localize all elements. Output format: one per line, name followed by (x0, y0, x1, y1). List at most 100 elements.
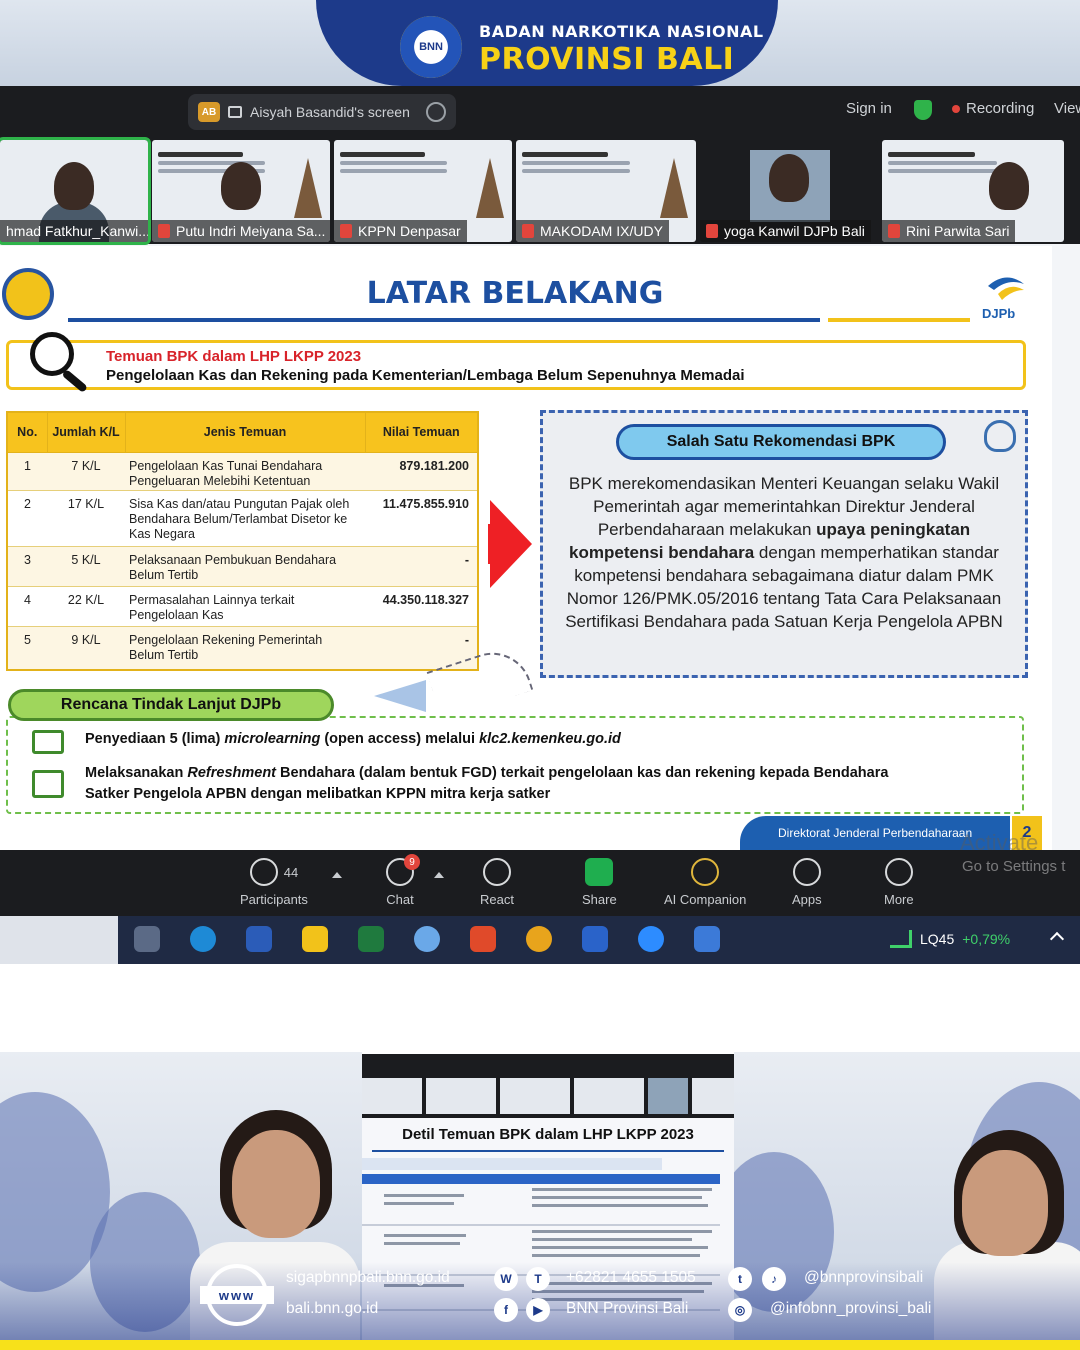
share-label: Share (582, 892, 617, 907)
taskbar-wallpaper-thumb (0, 916, 118, 964)
chrome-icon[interactable] (526, 926, 552, 952)
facebook-name[interactable]: BNN Provinsi Bali (566, 1300, 688, 1318)
participant-name: Putu Indri Meiyana Sa... (152, 220, 330, 242)
kemenkeu-logo (2, 268, 54, 320)
activate-windows-hint: Go to Settings t (962, 858, 1066, 875)
stock-widget[interactable]: LQ45 +0,79% (890, 930, 1010, 948)
ellipsis-icon (884, 858, 913, 886)
rtl-item-1: Penyediaan 5 (lima) microlearning (open … (85, 731, 621, 747)
paper-plane-icon (374, 680, 426, 712)
chat-icon: 9 (386, 854, 420, 886)
col-nilai: Nilai Temuan (364, 411, 479, 453)
rtl-item-2: Melaksanakan Refreshment Bendahara (dala… (85, 765, 889, 802)
presenter-avatar: AB (198, 102, 220, 122)
ai-companion-button[interactable]: AI Companion (664, 858, 746, 907)
twitter-handle[interactable]: @bnnprovinsibali (804, 1269, 923, 1287)
title-rule (68, 318, 820, 322)
word-icon[interactable] (246, 926, 272, 952)
record-dot-icon (952, 104, 960, 113)
participants-button[interactable]: 44 Participants (240, 858, 308, 907)
view-label: View (1054, 100, 1080, 117)
react-label: React (480, 892, 514, 907)
task-view-icon[interactable] (134, 926, 160, 952)
copilot-icon[interactable] (582, 926, 608, 952)
photos-icon[interactable] (694, 926, 720, 952)
muted-mic-icon (888, 224, 900, 238)
phone-number[interactable]: +62821 4655 1505 (566, 1269, 696, 1287)
table-row: 2 17 K/L Sisa Kas dan/atau Pungutan Paja… (7, 490, 478, 547)
lightbulb-icon (984, 420, 1016, 452)
sparkle-icon (691, 858, 720, 886)
facebook-icon: f (494, 1298, 518, 1322)
recording-indicator[interactable]: Recording (952, 100, 1034, 117)
share-button[interactable]: Share (582, 858, 617, 907)
chat-badge: 9 (404, 854, 420, 870)
youtube-icon: ▶ (526, 1298, 550, 1322)
excel-icon[interactable] (358, 926, 384, 952)
footer-strip (0, 1340, 1080, 1350)
participant-name: KPPN Denpasar (334, 220, 467, 242)
twitter-icon: t (728, 1267, 752, 1291)
participant-tile[interactable]: yoga Kanwil DJPb Bali (700, 140, 878, 242)
sign-in-button[interactable]: Sign in (846, 100, 892, 117)
table-header-row: No. Jumlah K/L Jenis Temuan Nilai Temuan (6, 411, 479, 453)
muted-mic-icon (158, 224, 170, 238)
react-button[interactable]: React (480, 858, 514, 907)
presentation-icon (32, 770, 64, 798)
website-primary[interactable]: sigapbnnpbali.bnn.go.id (286, 1269, 450, 1287)
muted-mic-icon (340, 224, 352, 238)
more-options-icon[interactable] (426, 102, 446, 122)
participant-tile[interactable]: Putu Indri Meiyana Sa... (152, 140, 330, 242)
participant-tile[interactable]: MAKODAM IX/UDY (516, 140, 696, 242)
participants-caret-icon[interactable] (332, 872, 342, 878)
title-rule-accent (828, 318, 970, 322)
share-screen-icon (585, 858, 614, 886)
tiktok-icon: ♪ (762, 1267, 786, 1291)
encryption-shield-icon[interactable] (914, 100, 932, 120)
telegram-icon: T (526, 1267, 550, 1291)
screen-share-indicator[interactable]: AB Aisyah Basandid's screen (188, 94, 456, 130)
participant-name: hmad Fatkhur_Kanwi... (0, 220, 148, 242)
bnn-logo: BNN (400, 16, 462, 78)
shared-slide-preview (340, 152, 447, 177)
edge-icon[interactable] (190, 926, 216, 952)
more-button[interactable]: More (884, 858, 914, 907)
red-arrow-icon (490, 500, 532, 588)
website-secondary[interactable]: bali.bnn.go.id (286, 1300, 378, 1318)
djpb-logo-icon (988, 277, 1024, 300)
table-row: 4 22 K/L Permasalahan Lainnya terkait Pe… (7, 586, 478, 627)
org-name-small: BADAN NARKOTIKA NASIONAL (479, 22, 764, 41)
apps-button[interactable]: Apps (792, 858, 822, 907)
apps-icon (792, 858, 821, 886)
participant-tile[interactable]: hmad Fatkhur_Kanwi... (0, 137, 151, 245)
app-icon[interactable] (414, 926, 440, 952)
temple-image (476, 158, 504, 218)
whatsapp-icon: W (494, 1267, 518, 1291)
participant-head (54, 162, 94, 210)
col-no: No. (6, 411, 48, 453)
findings-table: No. Jumlah K/L Jenis Temuan Nilai Temuan… (6, 411, 479, 671)
file-explorer-icon[interactable] (302, 926, 328, 952)
chat-caret-icon[interactable] (434, 872, 444, 878)
zoom-icon[interactable] (638, 926, 664, 952)
shield-icon (914, 100, 932, 120)
screen-share-icon (228, 106, 242, 118)
www-label: www (200, 1286, 274, 1304)
acrobat-icon[interactable] (470, 926, 496, 952)
participants-count: 44 (283, 864, 299, 880)
participant-tile[interactable]: KPPN Denpasar (334, 140, 512, 242)
ai-label: AI Companion (664, 892, 747, 907)
muted-mic-icon (522, 224, 534, 238)
screen-share-label: Aisyah Basandid's screen (250, 104, 410, 120)
col-jumlah: Jumlah K/L (46, 411, 126, 453)
temple-image (660, 158, 688, 218)
apps-label: Apps (792, 892, 822, 907)
muted-mic-icon (706, 224, 718, 238)
stock-chart-icon (890, 930, 912, 948)
chat-button[interactable]: 9 Chat (386, 854, 420, 907)
instagram-handle[interactable]: @infobnn_provinsi_bali (770, 1300, 931, 1318)
participant-tile[interactable]: Rini Parwita Sari (882, 140, 1064, 242)
participant-name: MAKODAM IX/UDY (516, 220, 669, 242)
sign-in-label: Sign in (846, 100, 892, 117)
view-button[interactable]: View (1054, 100, 1080, 117)
